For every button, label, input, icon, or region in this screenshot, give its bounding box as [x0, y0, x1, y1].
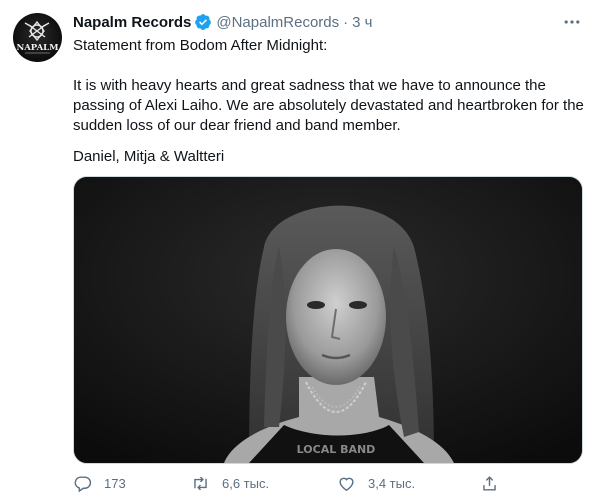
retweet-icon: [194, 476, 207, 490]
separator-dot: ·: [343, 13, 349, 31]
tweet-text-line: passing of Alexi Laiho. We are absolutel…: [73, 97, 584, 114]
tweet-text-line: Statement from Bodom After Midnight:: [73, 37, 328, 54]
share-button[interactable]: [480, 471, 499, 495]
reply-count: 173: [104, 475, 126, 491]
reply-button[interactable]: 173: [73, 471, 126, 495]
portrait-photo: LOCAL BAND: [74, 177, 582, 463]
avatar-logo-text: NAPALM: [16, 43, 59, 53]
tweet-text-line: sudden loss of our dear friend and band …: [73, 117, 401, 134]
tweet-photo[interactable]: LOCAL BAND: [73, 176, 583, 464]
avatar[interactable]: NAPALM: [13, 13, 62, 62]
like-button[interactable]: 3,4 тыс.: [337, 471, 415, 495]
tweet-header: Napalm Records @NapalmRecords · 3 ч: [73, 11, 372, 33]
tweet[interactable]: NAPALM Napalm Records @NapalmRecords · 3…: [0, 0, 591, 502]
more-icon[interactable]: [562, 12, 582, 32]
share-icon: [483, 475, 496, 491]
retweet-button[interactable]: 6,6 тыс.: [191, 471, 269, 495]
tweet-timestamp[interactable]: 3 ч: [352, 14, 372, 31]
retweet-count: 6,6 тыс.: [222, 475, 270, 491]
heart-icon: [339, 477, 354, 491]
napalm-logo-icon: NAPALM: [16, 20, 59, 54]
verified-badge-icon: [195, 14, 212, 30]
action-bar: 173 6,6 тыс. 3,4 тыс.: [73, 471, 581, 495]
tweet-text-line: It is with heavy hearts and great sadnes…: [73, 77, 546, 94]
user-handle[interactable]: @NapalmRecords: [216, 14, 339, 31]
tweet-text-line: Daniel, Mitja & Waltteri: [73, 148, 225, 165]
reply-icon: [74, 475, 92, 492]
display-name[interactable]: Napalm Records: [73, 14, 191, 31]
like-count: 3,4 тыс.: [368, 475, 416, 491]
shirt-print-text: LOCAL BAND: [297, 443, 376, 456]
